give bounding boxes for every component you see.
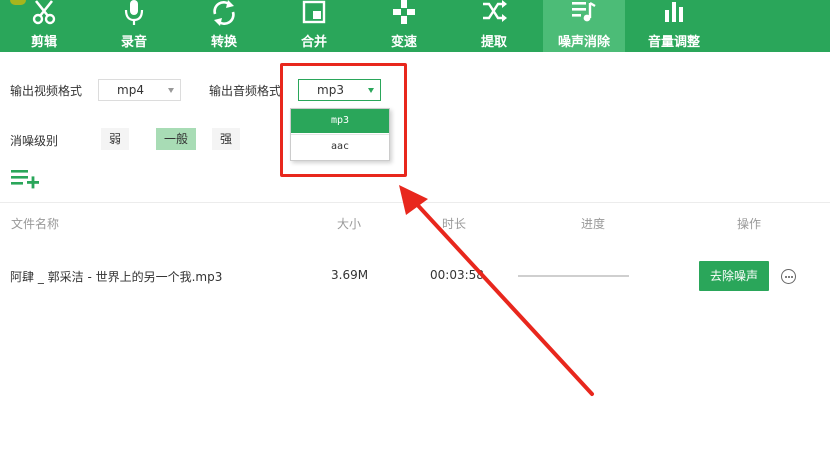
- column-header-progress: 进度: [581, 217, 606, 231]
- video-format-label: 输出视频格式: [10, 84, 83, 98]
- column-header-action: 操作: [737, 217, 762, 231]
- tool-label: 噪声消除: [557, 35, 610, 50]
- noise-level-weak[interactable]: 弱: [101, 128, 130, 150]
- tool-merge[interactable]: 合并: [273, 0, 355, 52]
- progress-bar: [518, 275, 629, 277]
- file-duration: 00:03:58: [430, 268, 484, 282]
- file-size: 3.69M: [331, 268, 369, 282]
- noise-level-strong[interactable]: 强: [212, 128, 241, 150]
- tool-label: 变速: [390, 35, 417, 50]
- scissors-icon: [32, 0, 56, 25]
- gamepad-icon: [393, 0, 415, 24]
- tool-noise-removal[interactable]: 噪声消除: [543, 0, 625, 52]
- video-format-value: mp4: [117, 83, 144, 97]
- shuffle-icon: [483, 0, 507, 22]
- music-list-icon: [572, 1, 596, 22]
- top-toolbar: 剪辑 录音 转换 合并 变速 提取 噪声消除 音量调整: [0, 0, 830, 52]
- tool-extract[interactable]: 提取: [453, 0, 535, 52]
- tool-record[interactable]: 录音: [93, 0, 175, 52]
- list-divider: [0, 202, 830, 203]
- tool-label: 音量调整: [647, 35, 700, 50]
- column-header-size: 大小: [337, 217, 362, 231]
- highlight-box: [280, 63, 407, 177]
- remove-noise-button[interactable]: 去除噪声: [699, 261, 769, 291]
- column-header-name: 文件名称: [11, 217, 60, 231]
- more-options-icon[interactable]: [781, 269, 796, 284]
- column-header-duration: 时长: [442, 217, 467, 231]
- audio-format-label: 输出音频格式: [209, 84, 282, 98]
- microphone-icon: [124, 0, 144, 25]
- annotation-arrow-icon: [399, 185, 594, 396]
- tool-cut[interactable]: 剪辑: [3, 0, 85, 52]
- convert-arrows-icon: [213, 0, 235, 26]
- noise-level-normal[interactable]: 一般: [156, 128, 197, 150]
- tool-label: 转换: [210, 35, 237, 50]
- chevron-down-icon: [168, 88, 174, 93]
- tool-convert[interactable]: 转换: [183, 0, 265, 52]
- tool-speed[interactable]: 变速: [363, 0, 445, 52]
- video-format-select[interactable]: mp4: [98, 79, 181, 101]
- noise-level-label: 消噪级别: [10, 134, 59, 148]
- tool-volume[interactable]: 音量调整: [633, 0, 715, 52]
- tool-label: 提取: [480, 35, 507, 50]
- tool-label: 录音: [120, 35, 147, 50]
- file-name: 阿肆 _ 郭采洁 - 世界上的另一个我.mp3: [10, 270, 223, 284]
- merge-window-icon: [302, 0, 326, 24]
- bar-chart-icon: [665, 2, 683, 22]
- tool-label: 剪辑: [30, 35, 57, 50]
- add-list-icon[interactable]: [11, 168, 41, 190]
- tool-label: 合并: [300, 35, 327, 50]
